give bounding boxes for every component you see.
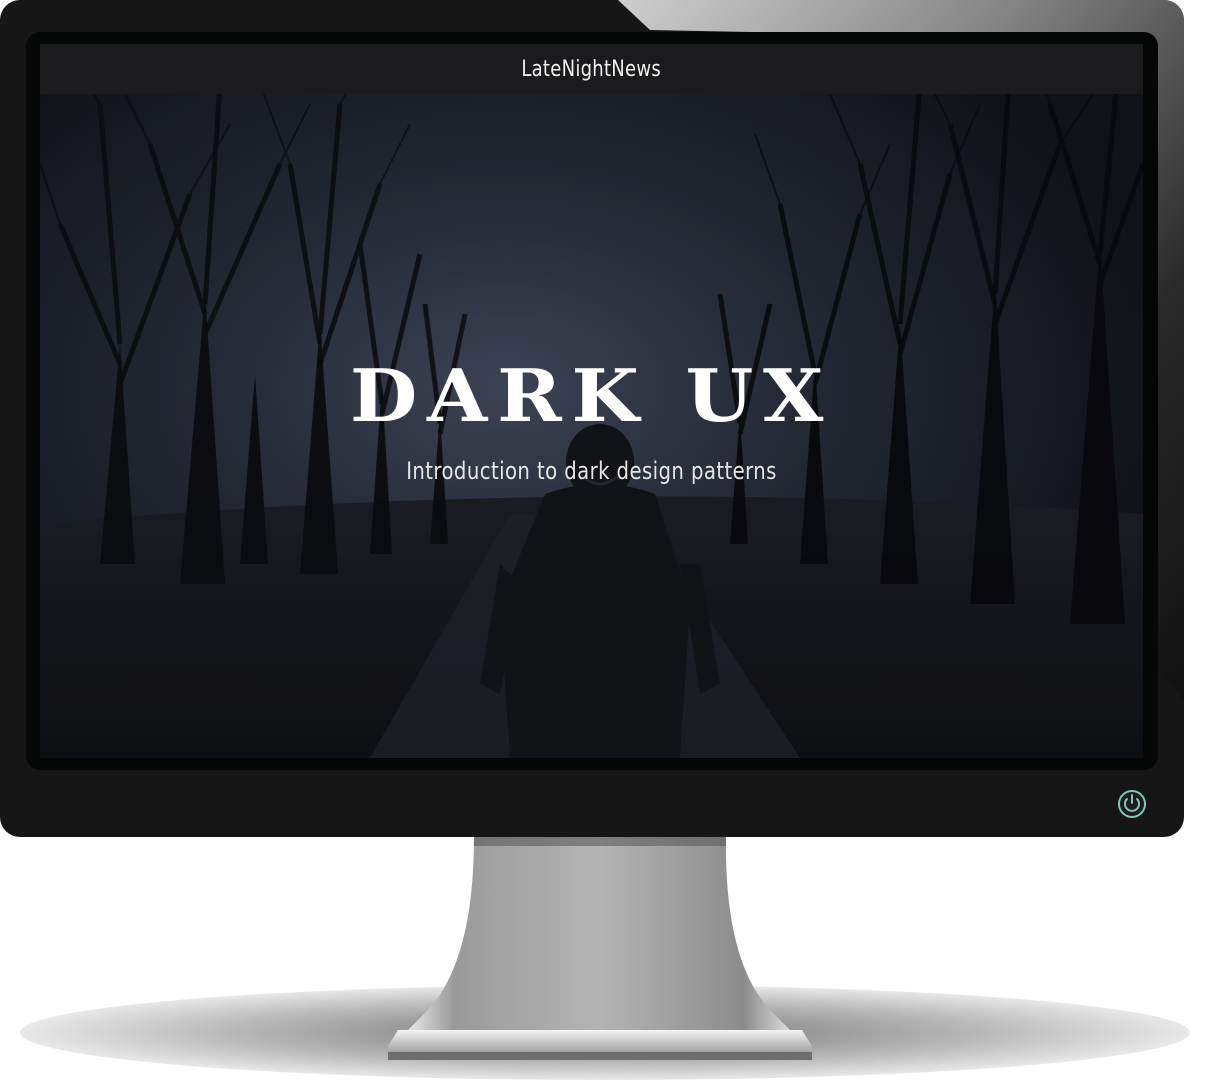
screen: LateNightNews DARK UX Introduction to da… (40, 44, 1143, 758)
top-navbar: LateNightNews (40, 44, 1143, 94)
power-icon (1118, 790, 1146, 818)
brand-logo-text[interactable]: LateNightNews (522, 57, 662, 82)
power-button[interactable] (1117, 789, 1147, 819)
hero-subtitle: Introduction to dark design patterns (406, 457, 777, 485)
monitor-body: LateNightNews DARK UX Introduction to da… (0, 0, 1184, 837)
monitor-mockup: LateNightNews DARK UX Introduction to da… (0, 0, 1207, 1089)
hero-title: DARK UX (349, 353, 834, 438)
